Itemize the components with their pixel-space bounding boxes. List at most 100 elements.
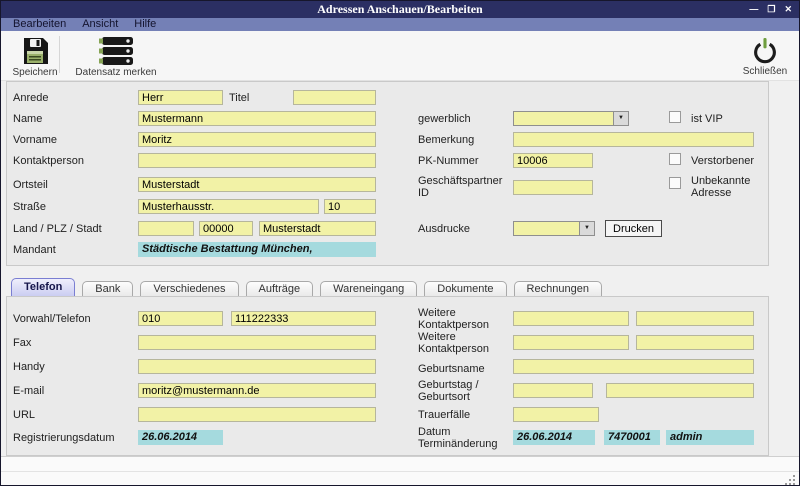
ausdrucke-select[interactable]: ▼: [513, 221, 595, 236]
save-button[interactable]: Speichern: [7, 37, 63, 78]
tab-rechnungen[interactable]: Rechnungen: [514, 281, 602, 297]
menu-bar: Bearbeiten Ansicht Hilfe: [1, 18, 799, 31]
datum-terminaenderung-benutzer: admin: [666, 430, 754, 445]
unbekannte-adresse-checkbox[interactable]: [669, 177, 681, 189]
plz-input[interactable]: [199, 221, 253, 236]
datum-terminaenderung-label: Datum Terminänderung: [418, 426, 513, 450]
url-input[interactable]: [138, 407, 376, 422]
ist-vip-checkbox[interactable]: [669, 111, 681, 123]
vorwahl-input[interactable]: [138, 311, 223, 326]
tab-bar: Telefon Bank Verschiedenes Aufträge Ware…: [11, 279, 602, 297]
geburtstag-geburtsort-label: Geburtstag / Geburtsort: [418, 379, 513, 403]
tab-verschiedenes[interactable]: Verschiedenes: [140, 281, 238, 297]
app-window: Adressen Anschauen/Bearbeiten — ❐ ✕ Bear…: [0, 0, 800, 486]
weitere-kontaktperson-1-input-b[interactable]: [636, 311, 754, 326]
verstorbener-checkbox[interactable]: [669, 153, 681, 165]
gewerblich-label: gewerblich: [418, 113, 471, 125]
name-input[interactable]: [138, 111, 376, 126]
gewerblich-selected-value: [514, 112, 613, 125]
close-icon[interactable]: ✕: [784, 1, 792, 18]
handy-input[interactable]: [138, 359, 376, 374]
email-label: E-mail: [13, 385, 44, 397]
ortsteil-label: Ortsteil: [13, 179, 48, 191]
address-panel: [6, 81, 769, 266]
geburtstag-input[interactable]: [513, 383, 593, 398]
vorname-input[interactable]: [138, 132, 376, 147]
geburtsname-input[interactable]: [513, 359, 754, 374]
land-plz-stadt-label: Land / PLZ / Stadt: [13, 223, 102, 235]
mandant-label: Mandant: [13, 244, 56, 256]
trauerfaelle-label: Trauerfälle: [418, 409, 470, 421]
vorwahl-telefon-label: Vorwahl/Telefon: [13, 313, 91, 325]
verstorbener-label: Verstorbener: [691, 155, 754, 167]
status-bar: [1, 456, 799, 485]
weitere-kontaktperson-1-label: Weitere Kontaktperson: [418, 307, 510, 331]
minimize-icon[interactable]: —: [749, 1, 758, 18]
pk-nummer-input[interactable]: [513, 153, 593, 168]
geschaeftspartner-id-input[interactable]: [513, 180, 593, 195]
resize-grip[interactable]: [785, 475, 787, 477]
titel-label: Titel: [229, 92, 249, 104]
tab-wareneingang[interactable]: Wareneingang: [320, 281, 417, 297]
kontaktperson-input[interactable]: [138, 153, 376, 168]
url-label: URL: [13, 409, 35, 421]
mandant-value: Städtische Bestattung München,: [138, 242, 376, 257]
drucken-button[interactable]: Drucken: [605, 220, 662, 237]
window-controls: — ❐ ✕: [749, 1, 792, 18]
ausdrucke-label: Ausdrucke: [418, 223, 470, 235]
remember-record-label: Datensatz merken: [75, 67, 156, 78]
toolbar: Speichern Datensatz merken Schließen: [1, 31, 799, 81]
stadt-input[interactable]: [259, 221, 376, 236]
title-bar: Adressen Anschauen/Bearbeiten — ❐ ✕: [1, 1, 799, 18]
server-stack-icon: [98, 37, 134, 65]
tab-bank[interactable]: Bank: [82, 281, 133, 297]
handy-label: Handy: [13, 361, 45, 373]
weitere-kontaktperson-2-input-b[interactable]: [636, 335, 754, 350]
bemerkung-input[interactable]: [513, 132, 754, 147]
geburtsort-input[interactable]: [606, 383, 754, 398]
window-title: Adressen Anschauen/Bearbeiten: [1, 1, 799, 18]
vorname-label: Vorname: [13, 134, 57, 146]
bemerkung-label: Bemerkung: [418, 134, 474, 146]
trauerfaelle-input[interactable]: [513, 407, 599, 422]
fax-input[interactable]: [138, 335, 376, 350]
save-button-label: Speichern: [12, 67, 57, 78]
pk-nummer-label: PK-Nummer: [418, 155, 479, 167]
weitere-kontaktperson-1-input-a[interactable]: [513, 311, 629, 326]
kontaktperson-label: Kontaktperson: [13, 155, 84, 167]
dropdown-arrow-icon[interactable]: ▼: [613, 112, 628, 125]
gewerblich-select[interactable]: ▼: [513, 111, 629, 126]
email-input[interactable]: [138, 383, 376, 398]
strasse-input[interactable]: [138, 199, 319, 214]
land-input[interactable]: [138, 221, 194, 236]
floppy-disk-icon: [21, 37, 49, 65]
menu-bearbeiten[interactable]: Bearbeiten: [5, 18, 74, 31]
unbekannte-adresse-label: Unbekannte Adresse: [691, 175, 766, 199]
toolbar-separator: [59, 36, 60, 73]
tab-telefon[interactable]: Telefon: [11, 278, 75, 297]
power-icon: [752, 37, 778, 64]
strasse-label: Straße: [13, 201, 46, 213]
ist-vip-label: ist VIP: [691, 113, 723, 125]
maximize-icon[interactable]: ❐: [767, 1, 775, 18]
menu-ansicht[interactable]: Ansicht: [74, 18, 126, 31]
hausnummer-input[interactable]: [324, 199, 376, 214]
remember-record-button[interactable]: Datensatz merken: [65, 37, 167, 78]
close-app-label: Schließen: [743, 66, 787, 77]
status-bar-divider: [1, 471, 799, 472]
fax-label: Fax: [13, 337, 31, 349]
ortsteil-input[interactable]: [138, 177, 376, 192]
registrierungsdatum-value: 26.06.2014: [138, 430, 223, 445]
registrierungsdatum-label: Registrierungsdatum: [13, 432, 115, 444]
datum-terminaenderung-datum: 26.06.2014: [513, 430, 595, 445]
tab-auftraege[interactable]: Aufträge: [246, 281, 314, 297]
menu-hilfe[interactable]: Hilfe: [126, 18, 164, 31]
titel-input[interactable]: [293, 90, 376, 105]
geburtsname-label: Geburtsname: [418, 363, 485, 375]
telefon-input[interactable]: [231, 311, 376, 326]
dropdown-arrow-icon[interactable]: ▼: [579, 222, 594, 235]
close-app-button[interactable]: Schließen: [736, 37, 794, 77]
weitere-kontaktperson-2-input-a[interactable]: [513, 335, 629, 350]
tab-dokumente[interactable]: Dokumente: [424, 281, 506, 297]
anrede-input[interactable]: [138, 90, 223, 105]
